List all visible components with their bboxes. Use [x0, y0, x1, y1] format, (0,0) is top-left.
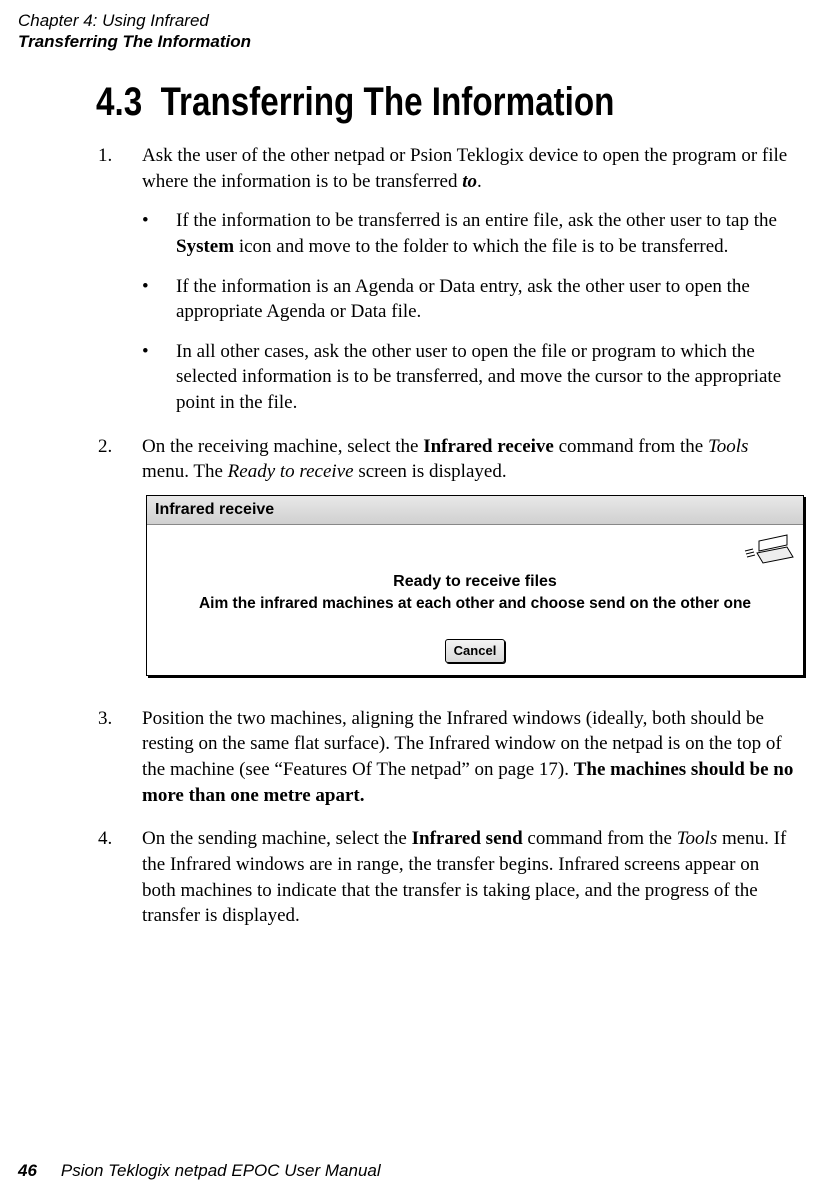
step-number: 4.: [98, 826, 112, 852]
step-2-b: command from the: [554, 436, 708, 457]
running-header: Chapter 4: Using Infrared Transferring T…: [18, 10, 251, 53]
dialog-line-1: Ready to receive files: [157, 571, 793, 593]
step-1: 1. Ask the user of the other netpad or P…: [96, 143, 796, 416]
section-heading: 4.3 Transferring The Information: [96, 80, 677, 125]
section-number: 4.3: [96, 80, 142, 124]
section-title: Transferring The Information: [161, 80, 615, 124]
device-icon: [743, 529, 795, 577]
step-4-text: On the sending machine, select the Infra…: [142, 828, 786, 926]
page-number: 46: [18, 1161, 37, 1180]
step-number: 3.: [98, 706, 112, 732]
dialog-body: Ready to receive files Aim the infrared …: [147, 525, 803, 675]
bullet-3: In all other cases, ask the other user t…: [142, 339, 796, 416]
step-number: 1.: [98, 143, 112, 169]
step-2-it1: Tools: [708, 436, 749, 457]
dialog-title: Infrared receive: [147, 496, 803, 525]
step-2: 2. On the receiving machine, select the …: [96, 434, 796, 676]
bullet-2: If the information is an Agenda or Data …: [142, 274, 796, 325]
step-1-to: to: [462, 171, 477, 192]
bullet-1: If the information to be transferred is …: [142, 208, 796, 259]
infrared-receive-dialog: Infrared receive: [146, 495, 804, 676]
step-4-b: command from the: [523, 828, 677, 849]
step-2-d: screen is displayed.: [354, 461, 507, 482]
step-4: 4. On the sending machine, select the In…: [96, 826, 796, 929]
step-2-bold: Infrared receive: [423, 436, 554, 457]
header-section: Transferring The Information: [18, 31, 251, 52]
footer-text: Psion Teklogix netpad EPOC User Manual: [61, 1161, 381, 1180]
step-list: 1. Ask the user of the other netpad or P…: [96, 143, 796, 929]
dialog-screenshot: Infrared receive: [146, 495, 796, 676]
step-1-period: .: [477, 171, 482, 192]
dialog-line-2: Aim the infrared machines at each other …: [157, 594, 793, 615]
step-4-bold: Infrared send: [412, 828, 523, 849]
bullet-1-c: icon and move to the folder to which the…: [234, 236, 728, 257]
step-1-bullets: If the information to be transferred is …: [142, 208, 796, 415]
step-2-it2: Ready to receive: [228, 461, 354, 482]
step-2-text: On the receiving machine, select the Inf…: [142, 436, 748, 483]
step-2-c: menu. The: [142, 461, 228, 482]
bullet-1-bold: System: [176, 236, 234, 257]
header-chapter: Chapter 4: Using Infrared: [18, 10, 251, 31]
footer: 46 Psion Teklogix netpad EPOC User Manual: [18, 1161, 381, 1181]
content-area: 4.3 Transferring The Information 1. Ask …: [96, 80, 796, 947]
step-4-it: Tools: [677, 828, 718, 849]
step-4-a: On the sending machine, select the: [142, 828, 412, 849]
page: Chapter 4: Using Infrared Transferring T…: [0, 0, 829, 1199]
step-1-text: Ask the user of the other netpad or Psio…: [142, 145, 787, 192]
bullet-1-a: If the information to be transferred is …: [176, 210, 777, 231]
step-number: 2.: [98, 434, 112, 460]
step-2-a: On the receiving machine, select the: [142, 436, 423, 457]
cancel-button[interactable]: Cancel: [445, 639, 506, 663]
step-3: 3. Position the two machines, aligning t…: [96, 706, 796, 809]
step-3-text: Position the two machines, aligning the …: [142, 708, 793, 806]
